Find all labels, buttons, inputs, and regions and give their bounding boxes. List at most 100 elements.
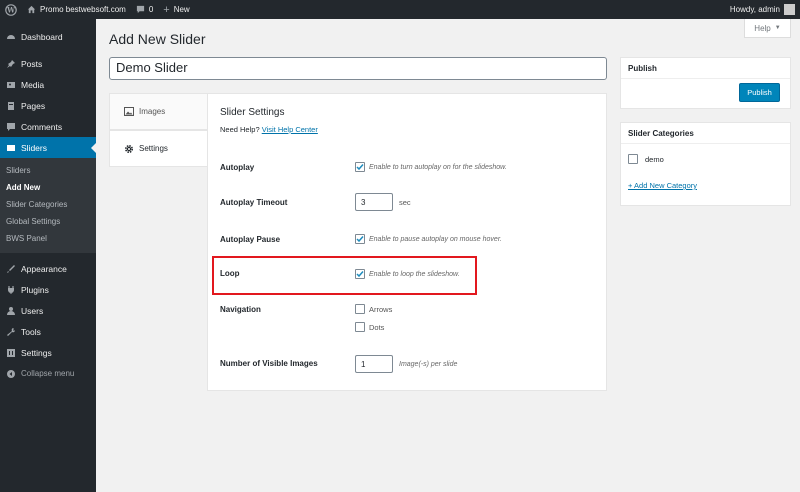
- pin-icon: [6, 59, 16, 69]
- arrows-label: Arrows: [369, 304, 393, 314]
- sidebar-item-settings[interactable]: Settings: [0, 342, 96, 363]
- plugins-icon: [6, 285, 16, 295]
- slider-title-input[interactable]: Demo Slider: [109, 57, 607, 80]
- autoplay-timeout-label: Autoplay Timeout: [220, 198, 288, 207]
- settings-tabs: Images Settings: [109, 93, 207, 167]
- visible-images-field: 1 Image(-s) per slide: [355, 355, 457, 373]
- admin-sidebar: Dashboard Posts Media Pages Comments Sli…: [0, 19, 96, 492]
- visible-images-input[interactable]: 1: [355, 355, 393, 373]
- autoplay-pause-desc: Enable to pause autoplay on mouse hover.: [369, 235, 502, 243]
- sidebar-item-users[interactable]: Users: [0, 300, 96, 321]
- pages-icon: [6, 101, 16, 111]
- settings-heading: Slider Settings: [220, 107, 285, 118]
- tab-label: Images: [139, 107, 166, 116]
- sidebar-item-label: Tools: [21, 326, 41, 337]
- comments-count: 0: [148, 5, 154, 14]
- publish-title: Publish: [621, 58, 790, 79]
- tab-images[interactable]: Images: [109, 93, 207, 130]
- tab-label: Settings: [139, 144, 168, 153]
- sidebar-item-label: Posts: [21, 58, 43, 69]
- dots-label: Dots: [369, 322, 385, 332]
- sidebar-item-pages[interactable]: Pages: [0, 95, 96, 116]
- avatar: [784, 4, 795, 15]
- tools-icon: [6, 327, 16, 337]
- add-new-category-link[interactable]: + Add New Category: [628, 181, 697, 190]
- tab-settings[interactable]: Settings: [109, 130, 207, 167]
- demo-category-checkbox[interactable]: [628, 154, 638, 164]
- autoplay-pause-checkbox[interactable]: [355, 234, 365, 244]
- arrows-checkbox[interactable]: [355, 304, 365, 314]
- sidebar-item-sliders[interactable]: Sliders: [0, 137, 96, 158]
- autoplay-label: Autoplay: [220, 163, 255, 172]
- autoplay-timeout-unit: sec: [399, 197, 411, 207]
- sidebar-item-label: Users: [21, 305, 44, 316]
- categories-title: Slider Categories: [621, 123, 790, 144]
- media-icon: [6, 80, 16, 90]
- sidebar-item-posts[interactable]: Posts: [0, 53, 96, 74]
- publish-button[interactable]: Publish: [739, 83, 780, 102]
- help-line: Need Help? Visit Help Center: [220, 125, 318, 134]
- autoplay-pause-label: Autoplay Pause: [220, 235, 281, 244]
- category-item-demo: demo: [628, 154, 664, 164]
- category-label: demo: [645, 154, 664, 164]
- sidebar-item-label: Collapse menu: [21, 369, 75, 378]
- slider-settings-panel: Slider Settings Need Help? Visit Help Ce…: [207, 93, 607, 391]
- submenu-item-slider-categories[interactable]: Slider Categories: [0, 196, 96, 213]
- site-name-link[interactable]: Promo bestwebsoft.com: [22, 0, 131, 19]
- account-menu[interactable]: Howdy, admin: [725, 0, 800, 19]
- sliders-icon: [6, 143, 16, 153]
- visible-images-label: Number of Visible Images: [220, 359, 318, 368]
- home-icon: [27, 5, 36, 14]
- caret-down-icon: ▼: [774, 25, 781, 31]
- site-name: Promo bestwebsoft.com: [40, 5, 126, 14]
- collapse-menu-button[interactable]: Collapse menu: [0, 363, 96, 384]
- appearance-icon: [6, 264, 16, 274]
- sidebar-item-label: Pages: [21, 100, 46, 111]
- sidebar-item-label: Plugins: [21, 284, 49, 295]
- submenu-item-bws-panel[interactable]: BWS Panel: [0, 230, 96, 247]
- collapse-icon: [6, 369, 16, 379]
- comments-link[interactable]: 0: [131, 0, 158, 19]
- loop-highlight-box: [212, 256, 477, 295]
- sidebar-item-label: Dashboard: [21, 31, 63, 42]
- help-tab[interactable]: Help ▼: [744, 19, 791, 38]
- image-icon: [124, 107, 134, 116]
- sidebar-item-appearance[interactable]: Appearance: [0, 258, 96, 279]
- publish-box: Publish Publish: [620, 57, 791, 109]
- sidebar-item-tools[interactable]: Tools: [0, 321, 96, 342]
- help-center-link[interactable]: Visit Help Center: [262, 125, 318, 134]
- sidebar-item-label: Comments: [21, 121, 63, 132]
- submenu-item-add-new[interactable]: Add New: [0, 179, 96, 196]
- autoplay-field: Enable to turn autoplay on for the slide…: [355, 162, 507, 172]
- navigation-label: Navigation: [220, 305, 261, 314]
- sidebar-item-label: Sliders: [21, 142, 47, 153]
- submenu-item-sliders[interactable]: Sliders: [0, 162, 96, 179]
- autoplay-timeout-field: 3 sec: [355, 193, 411, 211]
- submenu-item-global-settings[interactable]: Global Settings: [0, 213, 96, 230]
- plus-icon: +: [163, 3, 170, 16]
- page-title: Add New Slider: [109, 31, 206, 47]
- dots-checkbox[interactable]: [355, 322, 365, 332]
- slider-categories-box: Slider Categories demo + Add New Categor…: [620, 122, 791, 206]
- autoplay-checkbox[interactable]: [355, 162, 365, 172]
- comment-bubble-icon: [136, 5, 144, 14]
- wordpress-logo-icon[interactable]: W: [0, 0, 22, 19]
- help-label: Help: [754, 23, 771, 33]
- autoplay-timeout-input[interactable]: 3: [355, 193, 393, 211]
- navigation-dots-field: Dots: [355, 322, 384, 332]
- sliders-submenu: Sliders Add New Slider Categories Global…: [0, 158, 96, 253]
- sidebar-item-media[interactable]: Media: [0, 74, 96, 95]
- sidebar-item-dashboard[interactable]: Dashboard: [0, 26, 96, 47]
- visible-images-unit: Image(-s) per slide: [399, 360, 458, 368]
- sidebar-item-comments[interactable]: Comments: [0, 116, 96, 137]
- sidebar-item-plugins[interactable]: Plugins: [0, 279, 96, 300]
- users-icon: [6, 306, 16, 316]
- navigation-arrows-field: Arrows: [355, 304, 392, 314]
- new-content-link[interactable]: + New: [158, 0, 194, 19]
- new-label: New: [173, 5, 190, 14]
- help-prefix: Need Help?: [220, 125, 260, 134]
- autoplay-desc: Enable to turn autoplay on for the slide…: [369, 163, 507, 171]
- greeting: Howdy, admin: [729, 5, 780, 14]
- dashboard-icon: [6, 32, 16, 42]
- sidebar-item-label: Media: [21, 79, 45, 90]
